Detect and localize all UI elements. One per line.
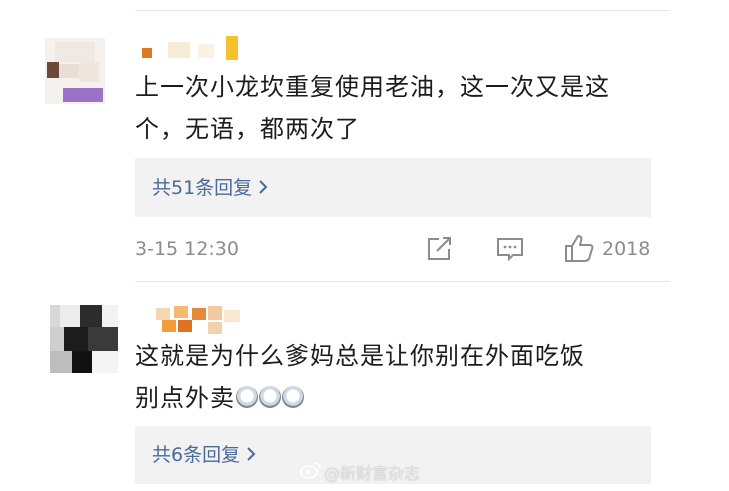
watermark-text: @新财富杂志	[324, 464, 421, 483]
chevron-right-icon	[258, 176, 268, 200]
username-pixelated[interactable]	[152, 306, 242, 334]
weibo-logo-icon	[300, 461, 322, 483]
avatar[interactable]	[45, 38, 105, 104]
shocked-face-emoji	[282, 386, 304, 408]
comment-text-line2: 别点外卖	[135, 377, 675, 419]
comment-text-line1: 上一次小龙坎重复使用老油，这一次又是这	[135, 73, 610, 101]
comment-text-line1: 这就是为什么爹妈总是让你别在外面吃饭	[135, 342, 585, 370]
avatar[interactable]	[50, 305, 118, 373]
shocked-face-emoji	[259, 386, 281, 408]
like-count: 2018	[602, 238, 651, 260]
share-icon[interactable]	[426, 236, 454, 262]
comment-text-line2-text: 别点外卖	[135, 384, 235, 412]
reply-box[interactable]: 共51条回复	[135, 158, 651, 217]
comment-text: 这就是为什么爹妈总是让你别在外面吃饭 别点外卖	[135, 335, 675, 419]
view-replies-link[interactable]: 共6条回复	[152, 443, 256, 467]
reply-count-label: 共51条回复	[152, 177, 253, 199]
reply-count-label: 共6条回复	[152, 444, 241, 466]
shocked-face-emoji	[236, 386, 258, 408]
weibo-watermark: @新财富杂志	[300, 460, 420, 484]
timestamp: 3-15 12:30	[135, 238, 239, 260]
view-replies-link[interactable]: 共51条回复	[152, 176, 268, 200]
chevron-right-icon	[246, 443, 256, 467]
username-pixelated[interactable]	[140, 36, 240, 62]
thumbs-up-icon[interactable]	[564, 233, 594, 263]
top-divider	[135, 10, 670, 11]
comment-text-line2: 个，无语，都两次了	[135, 115, 360, 143]
comment-icon[interactable]	[496, 236, 524, 262]
comment-divider	[135, 281, 670, 282]
comment-text: 上一次小龙坎重复使用老油，这一次又是这 个，无语，都两次了	[135, 66, 675, 150]
